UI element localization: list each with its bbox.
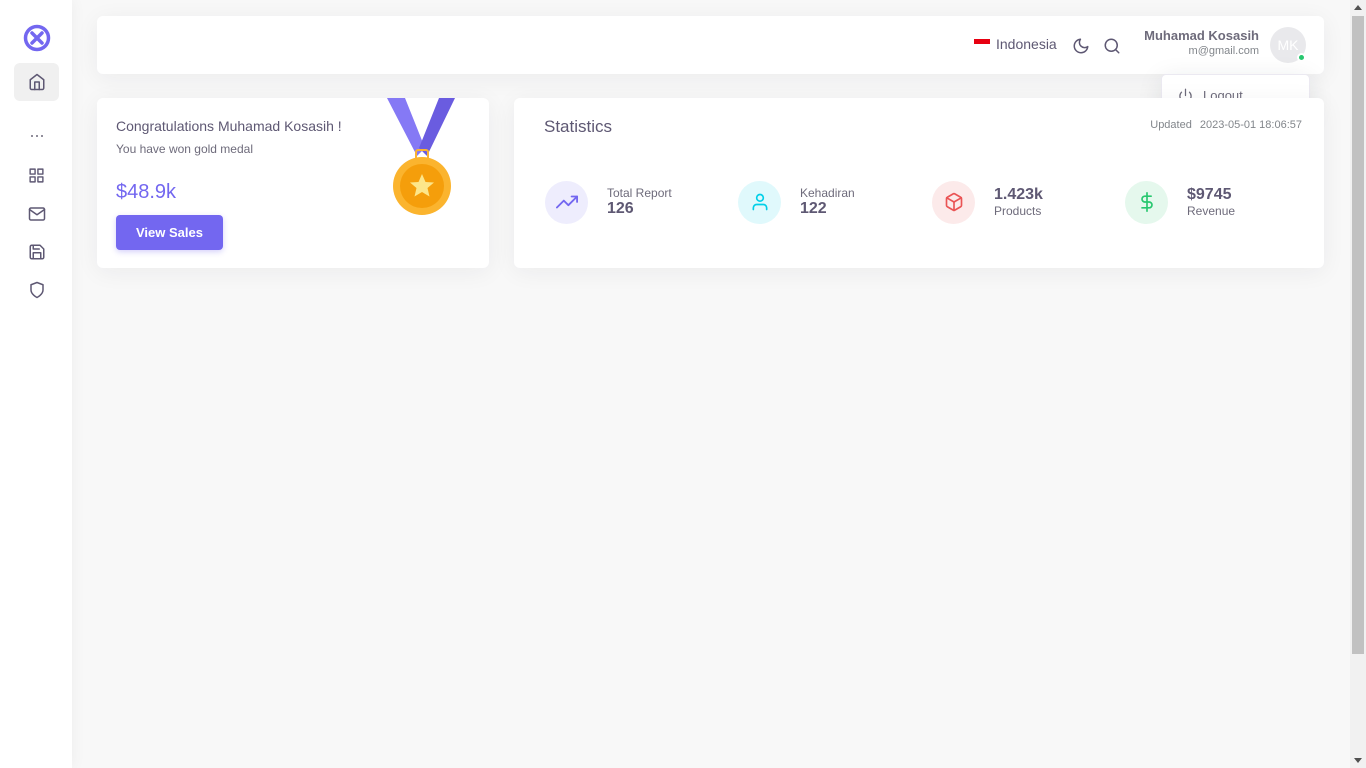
online-status-dot — [1297, 53, 1306, 62]
stat-icon-wrap — [545, 180, 588, 224]
congrats-subtitle: You have won gold medal — [116, 142, 253, 156]
stat-label: Revenue — [1187, 204, 1236, 218]
sidebar-item-save[interactable] — [14, 233, 59, 271]
gold-medal-icon — [387, 98, 455, 215]
stat-revenue: $9745 Revenue — [1125, 180, 1235, 224]
user-email: m@gmail.com — [1188, 45, 1259, 57]
sales-amount: $48.9k — [116, 181, 177, 203]
stat-products: 1.423k Products — [932, 180, 1043, 224]
mail-icon — [28, 207, 45, 221]
top-navbar: Indonesia Muhamad Kosasih m@gmail.com MK — [97, 16, 1324, 74]
statistics-title: Statistics — [544, 117, 613, 136]
more-horizontal-icon — [14, 128, 59, 144]
stat-label: Products — [994, 204, 1042, 218]
sidebar — [0, 0, 72, 768]
statistics-card: Statistics Updated 2023-05-01 18:06:57 T… — [514, 98, 1324, 268]
updated-timestamp: Updated 2023-05-01 18:06:57 — [1150, 119, 1302, 131]
user-name: Muhamad Kosasih — [1144, 28, 1259, 43]
stat-value: $9745 — [1187, 186, 1232, 203]
vertical-scrollbar[interactable] — [1350, 0, 1366, 768]
home-icon — [29, 73, 44, 91]
avatar-initials: MK — [1277, 37, 1299, 53]
updated-label: Updated — [1150, 119, 1192, 131]
stat-kehadiran: Kehadiran 122 — [738, 180, 855, 224]
stat-icon-wrap — [738, 180, 781, 224]
user-menu-toggle[interactable]: Muhamad Kosasih m@gmail.com — [1144, 28, 1259, 57]
grid-icon — [29, 167, 44, 183]
stat-value: 122 — [800, 200, 827, 217]
updated-time: 2023-05-01 18:06:57 — [1199, 119, 1302, 131]
moon-icon[interactable] — [1072, 37, 1090, 55]
scroll-up-arrow-icon[interactable] — [1354, 5, 1362, 10]
stat-icon-wrap — [1125, 180, 1168, 224]
stat-icon-wrap — [932, 180, 975, 224]
search-icon[interactable] — [1103, 37, 1121, 55]
congratulations-card: Congratulations Muhamad Kosasih ! You ha… — [97, 98, 489, 268]
stat-total-report: Total Report 126 — [545, 180, 672, 224]
stat-label: Total Report — [607, 186, 672, 200]
sidebar-item-apps[interactable] — [14, 156, 59, 194]
language-label: Indonesia — [996, 36, 1057, 52]
view-sales-button[interactable]: View Sales — [116, 215, 223, 250]
sidebar-item-home[interactable] — [14, 63, 59, 101]
save-icon — [29, 244, 44, 260]
indonesia-flag-icon — [974, 38, 990, 50]
language-selector[interactable]: Indonesia — [974, 36, 1057, 52]
stat-label: Kehadiran — [800, 186, 855, 200]
shield-icon — [29, 281, 44, 299]
box-icon — [945, 192, 962, 212]
avatar[interactable]: MK — [1270, 27, 1306, 63]
stat-value: 126 — [607, 200, 634, 217]
stat-value: 1.423k — [994, 186, 1043, 203]
logo-icon[interactable] — [23, 24, 51, 52]
scroll-down-arrow-icon[interactable] — [1354, 758, 1362, 763]
sidebar-item-security[interactable] — [14, 271, 59, 309]
user-icon — [752, 193, 767, 211]
dollar-sign-icon — [1140, 192, 1153, 212]
scrollbar-thumb[interactable] — [1352, 16, 1364, 654]
trending-up-icon — [555, 195, 578, 209]
sidebar-item-mail[interactable] — [14, 195, 59, 233]
congrats-title: Congratulations Muhamad Kosasih ! — [116, 118, 342, 134]
